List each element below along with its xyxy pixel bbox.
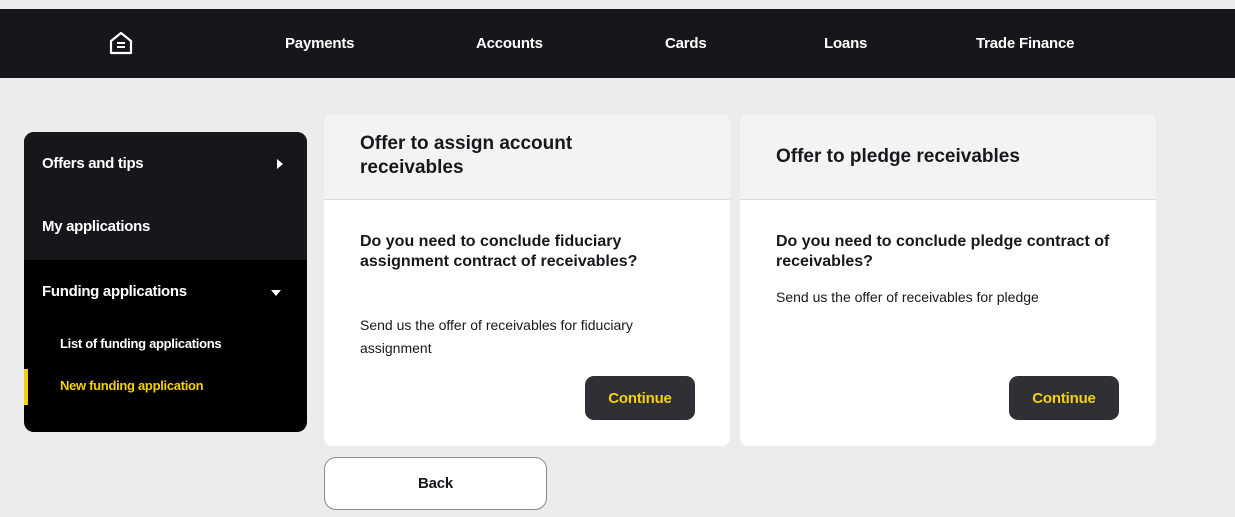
- card-header: Offer to assign account receivables: [324, 114, 730, 200]
- chevron-right-icon: [277, 159, 283, 169]
- nav-loans[interactable]: Loans: [824, 34, 867, 54]
- card-title: Offer to pledge receivables: [776, 146, 1020, 167]
- caret-down-icon: [271, 290, 281, 296]
- card-question: Do you need to conclude pledge contract …: [776, 233, 1110, 270]
- continue-button[interactable]: Continue: [1009, 376, 1119, 420]
- nav-cards[interactable]: Cards: [665, 34, 707, 54]
- active-indicator: [24, 369, 28, 405]
- sidebar-item-offers-and-tips[interactable]: Offers and tips: [24, 132, 307, 196]
- card-question: Do you need to conclude fiduciary assign…: [360, 233, 638, 270]
- sidebar-item-label: Funding applications: [42, 283, 187, 300]
- sidebar-item-label: Offers and tips: [42, 155, 144, 172]
- home-button[interactable]: [104, 26, 138, 60]
- nav-trade-finance[interactable]: Trade Finance: [976, 34, 1074, 54]
- home-icon: [109, 31, 133, 55]
- card-header: Offer to pledge receivables: [740, 114, 1156, 200]
- sidebar-item-funding-applications[interactable]: Funding applications: [24, 260, 307, 324]
- sidebar-subitem-list-of-funding-applications[interactable]: List of funding applications: [24, 327, 307, 363]
- nav-accounts[interactable]: Accounts: [476, 34, 543, 54]
- continue-button[interactable]: Continue: [585, 376, 695, 420]
- nav-payments[interactable]: Payments: [285, 34, 354, 54]
- sidebar-subitem-label: New funding application: [60, 378, 204, 393]
- back-button[interactable]: Back: [324, 457, 547, 510]
- card-title: Offer to assign account receivables: [360, 133, 573, 178]
- top-navigation: Payments Accounts Cards Loans Trade Fina…: [0, 9, 1235, 78]
- offer-card-pledge: Offer to pledge receivables Do you need …: [740, 114, 1156, 446]
- sidebar: Offers and tips My applications Funding …: [24, 132, 307, 432]
- sidebar-item-my-applications[interactable]: My applications: [24, 196, 307, 260]
- card-description: Send us the offer of receivables for fid…: [360, 317, 633, 356]
- sidebar-subitem-new-funding-application[interactable]: New funding application: [24, 369, 307, 405]
- sidebar-subitem-label: List of funding applications: [60, 336, 222, 351]
- sidebar-item-label: My applications: [42, 218, 151, 235]
- offer-card-assign: Offer to assign account receivables Do y…: [324, 114, 730, 446]
- card-description: Send us the offer of receivables for ple…: [776, 289, 1039, 305]
